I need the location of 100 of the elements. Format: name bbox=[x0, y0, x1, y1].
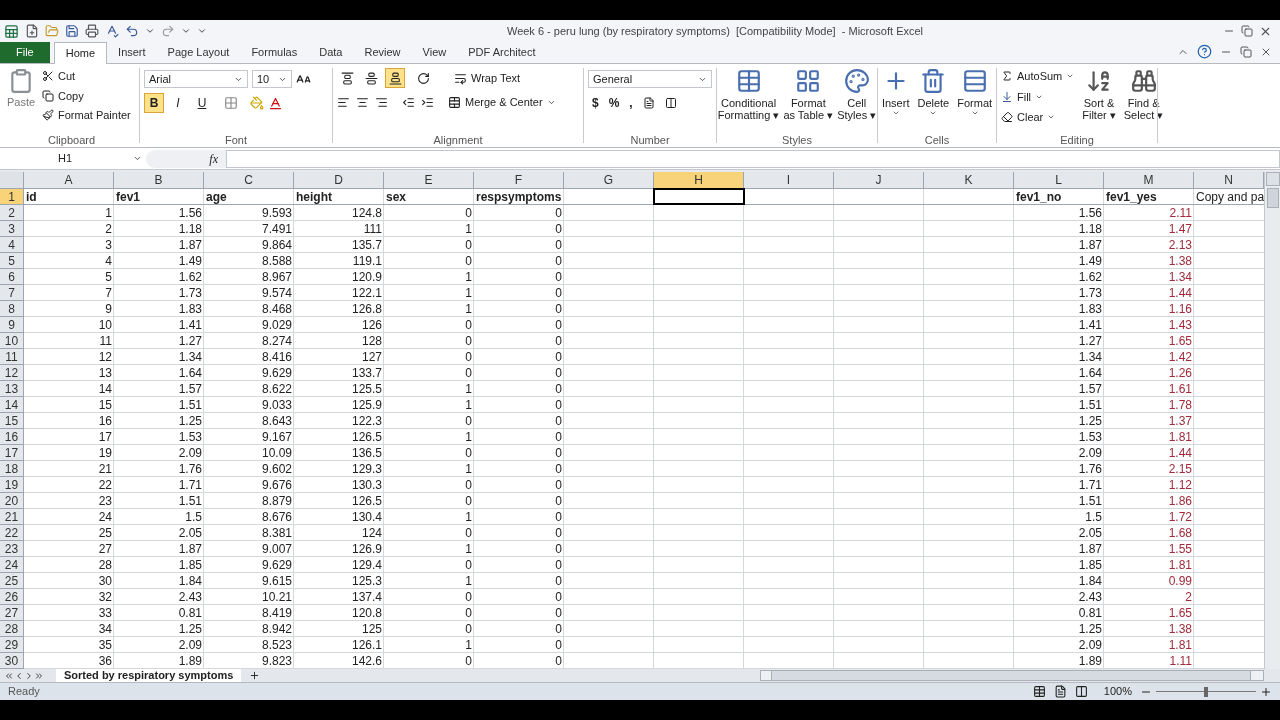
styles-button[interactable]: Conditional Formatting ▾ bbox=[717, 68, 780, 121]
column-header[interactable]: B bbox=[114, 172, 204, 189]
vertical-align-button[interactable] bbox=[385, 68, 405, 88]
autosum-button[interactable]: AutoSum bbox=[1001, 68, 1075, 85]
row-header[interactable]: 28 bbox=[0, 621, 24, 637]
row-header[interactable]: 15 bbox=[0, 413, 24, 429]
row-header[interactable]: 11 bbox=[0, 349, 24, 365]
row-header[interactable]: 17 bbox=[0, 445, 24, 461]
help-icon[interactable] bbox=[1197, 44, 1212, 59]
clear-button[interactable]: Clear bbox=[1001, 109, 1075, 126]
number-format-field[interactable]: General bbox=[588, 70, 712, 88]
align-right-icon[interactable] bbox=[375, 95, 388, 109]
row-header[interactable]: 9 bbox=[0, 317, 24, 333]
restore-icon[interactable] bbox=[1241, 25, 1253, 37]
new-sheet-icon[interactable] bbox=[249, 670, 261, 681]
page-layout-icon[interactable] bbox=[1053, 685, 1067, 698]
row-header[interactable]: 22 bbox=[0, 525, 24, 541]
cells-button[interactable]: Insert bbox=[881, 68, 910, 117]
align-left-icon[interactable] bbox=[337, 95, 350, 109]
row-header[interactable]: 1 bbox=[0, 189, 24, 205]
column-header[interactable]: I bbox=[744, 172, 834, 189]
spelling-icon[interactable] bbox=[105, 24, 119, 38]
number-format-button[interactable]: $ bbox=[592, 94, 599, 112]
column-header[interactable]: L bbox=[1014, 172, 1104, 189]
cut-button[interactable]: Cut bbox=[42, 68, 131, 85]
increase-indent-icon[interactable] bbox=[421, 95, 434, 109]
number-format-button[interactable]: , bbox=[629, 94, 633, 112]
row-header[interactable]: 27 bbox=[0, 605, 24, 621]
column-header[interactable]: G bbox=[564, 172, 654, 189]
previous-sheet-icon[interactable] bbox=[14, 670, 24, 681]
ribbon-tab[interactable]: Page Layout bbox=[156, 42, 241, 63]
row-header[interactable]: 18 bbox=[0, 461, 24, 477]
row-header[interactable]: 13 bbox=[0, 381, 24, 397]
font-style-button[interactable]: U bbox=[192, 93, 212, 113]
column-header[interactable]: M bbox=[1104, 172, 1194, 189]
column-header[interactable]: E bbox=[384, 172, 474, 189]
ribbon-tab[interactable]: Data bbox=[308, 42, 354, 63]
row-header[interactable]: 14 bbox=[0, 397, 24, 413]
selected-cell[interactable] bbox=[654, 189, 744, 204]
ribbon-tab[interactable]: PDF Architect bbox=[457, 42, 547, 63]
row-header[interactable]: 2 bbox=[0, 205, 24, 221]
ribbon-tab[interactable]: Review bbox=[353, 42, 412, 63]
row-header[interactable]: 21 bbox=[0, 509, 24, 525]
redo-icon[interactable] bbox=[161, 24, 175, 38]
next-sheet-icon[interactable] bbox=[24, 670, 34, 681]
row-header[interactable]: 25 bbox=[0, 573, 24, 589]
font-name-field[interactable]: Arial bbox=[144, 70, 248, 88]
ribbon-tab[interactable]: Insert bbox=[107, 42, 157, 63]
row-header[interactable]: 4 bbox=[0, 237, 24, 253]
normal-view-icon[interactable] bbox=[1032, 685, 1046, 698]
font-size-field[interactable]: 10 bbox=[252, 70, 292, 88]
decrease-indent-icon[interactable] bbox=[402, 95, 415, 109]
column-header[interactable]: K bbox=[924, 172, 1014, 189]
printer-icon[interactable] bbox=[85, 24, 99, 38]
paste-button[interactable]: Paste bbox=[4, 68, 38, 124]
file-tab[interactable]: File bbox=[0, 42, 50, 63]
spreadsheet-icon[interactable] bbox=[4, 23, 19, 39]
font-style-button[interactable]: B bbox=[144, 93, 164, 113]
column-header[interactable]: J bbox=[834, 172, 924, 189]
save-icon[interactable] bbox=[65, 24, 79, 38]
last-sheet-icon[interactable] bbox=[34, 670, 44, 681]
styles-button[interactable]: Format as Table ▾ bbox=[783, 68, 834, 121]
row-header[interactable]: 30 bbox=[0, 653, 24, 669]
row-header[interactable]: 7 bbox=[0, 285, 24, 301]
wrap-text-button[interactable]: Wrap Text bbox=[454, 69, 521, 87]
sort-filter-button[interactable]: Sort & Filter ▾ bbox=[1082, 68, 1116, 126]
row-header[interactable]: 5 bbox=[0, 253, 24, 269]
zoom-in-icon[interactable] bbox=[1260, 685, 1272, 698]
ribbon-tab[interactable]: Formulas bbox=[240, 42, 309, 63]
align-center-icon[interactable] bbox=[356, 95, 369, 109]
cells-button[interactable]: Delete bbox=[917, 68, 950, 117]
rotate-icon[interactable] bbox=[417, 71, 430, 85]
first-sheet-icon[interactable] bbox=[4, 670, 14, 681]
fill-button[interactable]: Fill bbox=[1001, 88, 1075, 105]
page-break-icon[interactable] bbox=[1074, 685, 1088, 698]
zoom-slider-thumb[interactable] bbox=[1204, 686, 1208, 697]
borders-icon[interactable] bbox=[224, 96, 238, 110]
insert-function-button[interactable]: fx bbox=[146, 149, 226, 168]
row-header[interactable]: 12 bbox=[0, 365, 24, 381]
font-style-button[interactable]: I bbox=[168, 93, 188, 113]
restore-icon[interactable] bbox=[1240, 45, 1252, 58]
column-header[interactable]: A bbox=[24, 172, 114, 189]
font-color-icon[interactable] bbox=[268, 95, 283, 111]
ribbon-tab[interactable]: Home bbox=[53, 42, 108, 64]
zoom-level[interactable]: 100% bbox=[1103, 683, 1132, 700]
column-header[interactable]: F bbox=[474, 172, 564, 189]
row-header[interactable]: 23 bbox=[0, 541, 24, 557]
number-format-button[interactable]: % bbox=[608, 94, 620, 112]
new-file-icon[interactable] bbox=[25, 24, 39, 38]
format-painter-button[interactable]: Format Painter bbox=[42, 107, 131, 124]
column-header[interactable]: D bbox=[294, 172, 384, 189]
row-header[interactable]: 3 bbox=[0, 221, 24, 237]
row-header[interactable]: 29 bbox=[0, 637, 24, 653]
row-header[interactable]: 8 bbox=[0, 301, 24, 317]
row-header[interactable]: 6 bbox=[0, 269, 24, 285]
row-header[interactable]: 16 bbox=[0, 429, 24, 445]
ribbon-tab[interactable]: View bbox=[411, 42, 458, 63]
column-header[interactable]: N bbox=[1194, 172, 1264, 189]
merge-center-button[interactable]: Merge & Center bbox=[448, 94, 556, 111]
styles-button[interactable]: Cell Styles ▾ bbox=[837, 68, 877, 121]
